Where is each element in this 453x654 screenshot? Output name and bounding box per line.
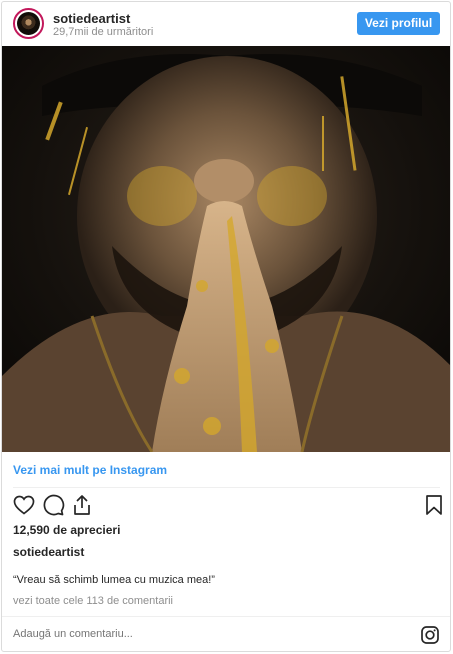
comment-input[interactable] xyxy=(13,628,313,640)
bookmark-icon[interactable] xyxy=(422,493,446,517)
post-header: sotiedeartist 29,7mii de urmăritori Vezi… xyxy=(2,2,450,46)
divider xyxy=(2,616,450,617)
post-photo[interactable] xyxy=(2,46,451,452)
comment-icon[interactable] xyxy=(41,493,65,517)
share-icon[interactable] xyxy=(70,493,94,517)
action-bar xyxy=(2,493,450,521)
instagram-icon[interactable] xyxy=(420,625,440,645)
divider xyxy=(13,487,440,488)
view-comments-link[interactable]: vezi toate cele 113 de comentarii xyxy=(13,595,173,607)
view-profile-button[interactable]: Vezi profilul xyxy=(357,12,440,35)
username[interactable]: sotiedeartist xyxy=(53,11,130,26)
view-more-link[interactable]: Vezi mai mult pe Instagram xyxy=(13,463,167,477)
followers-count: 29,7mii de urmăritori xyxy=(53,26,154,38)
likes-count[interactable]: 12,590 de aprecieri xyxy=(13,523,120,537)
instagram-embed-card: sotiedeartist 29,7mii de urmăritori Vezi… xyxy=(1,1,451,652)
post-owner[interactable]: sotiedeartist xyxy=(13,545,84,559)
heart-icon[interactable] xyxy=(12,493,36,517)
post-caption: “Vreau să schimb lumea cu muzica mea!” xyxy=(13,574,215,586)
avatar[interactable] xyxy=(13,8,44,39)
